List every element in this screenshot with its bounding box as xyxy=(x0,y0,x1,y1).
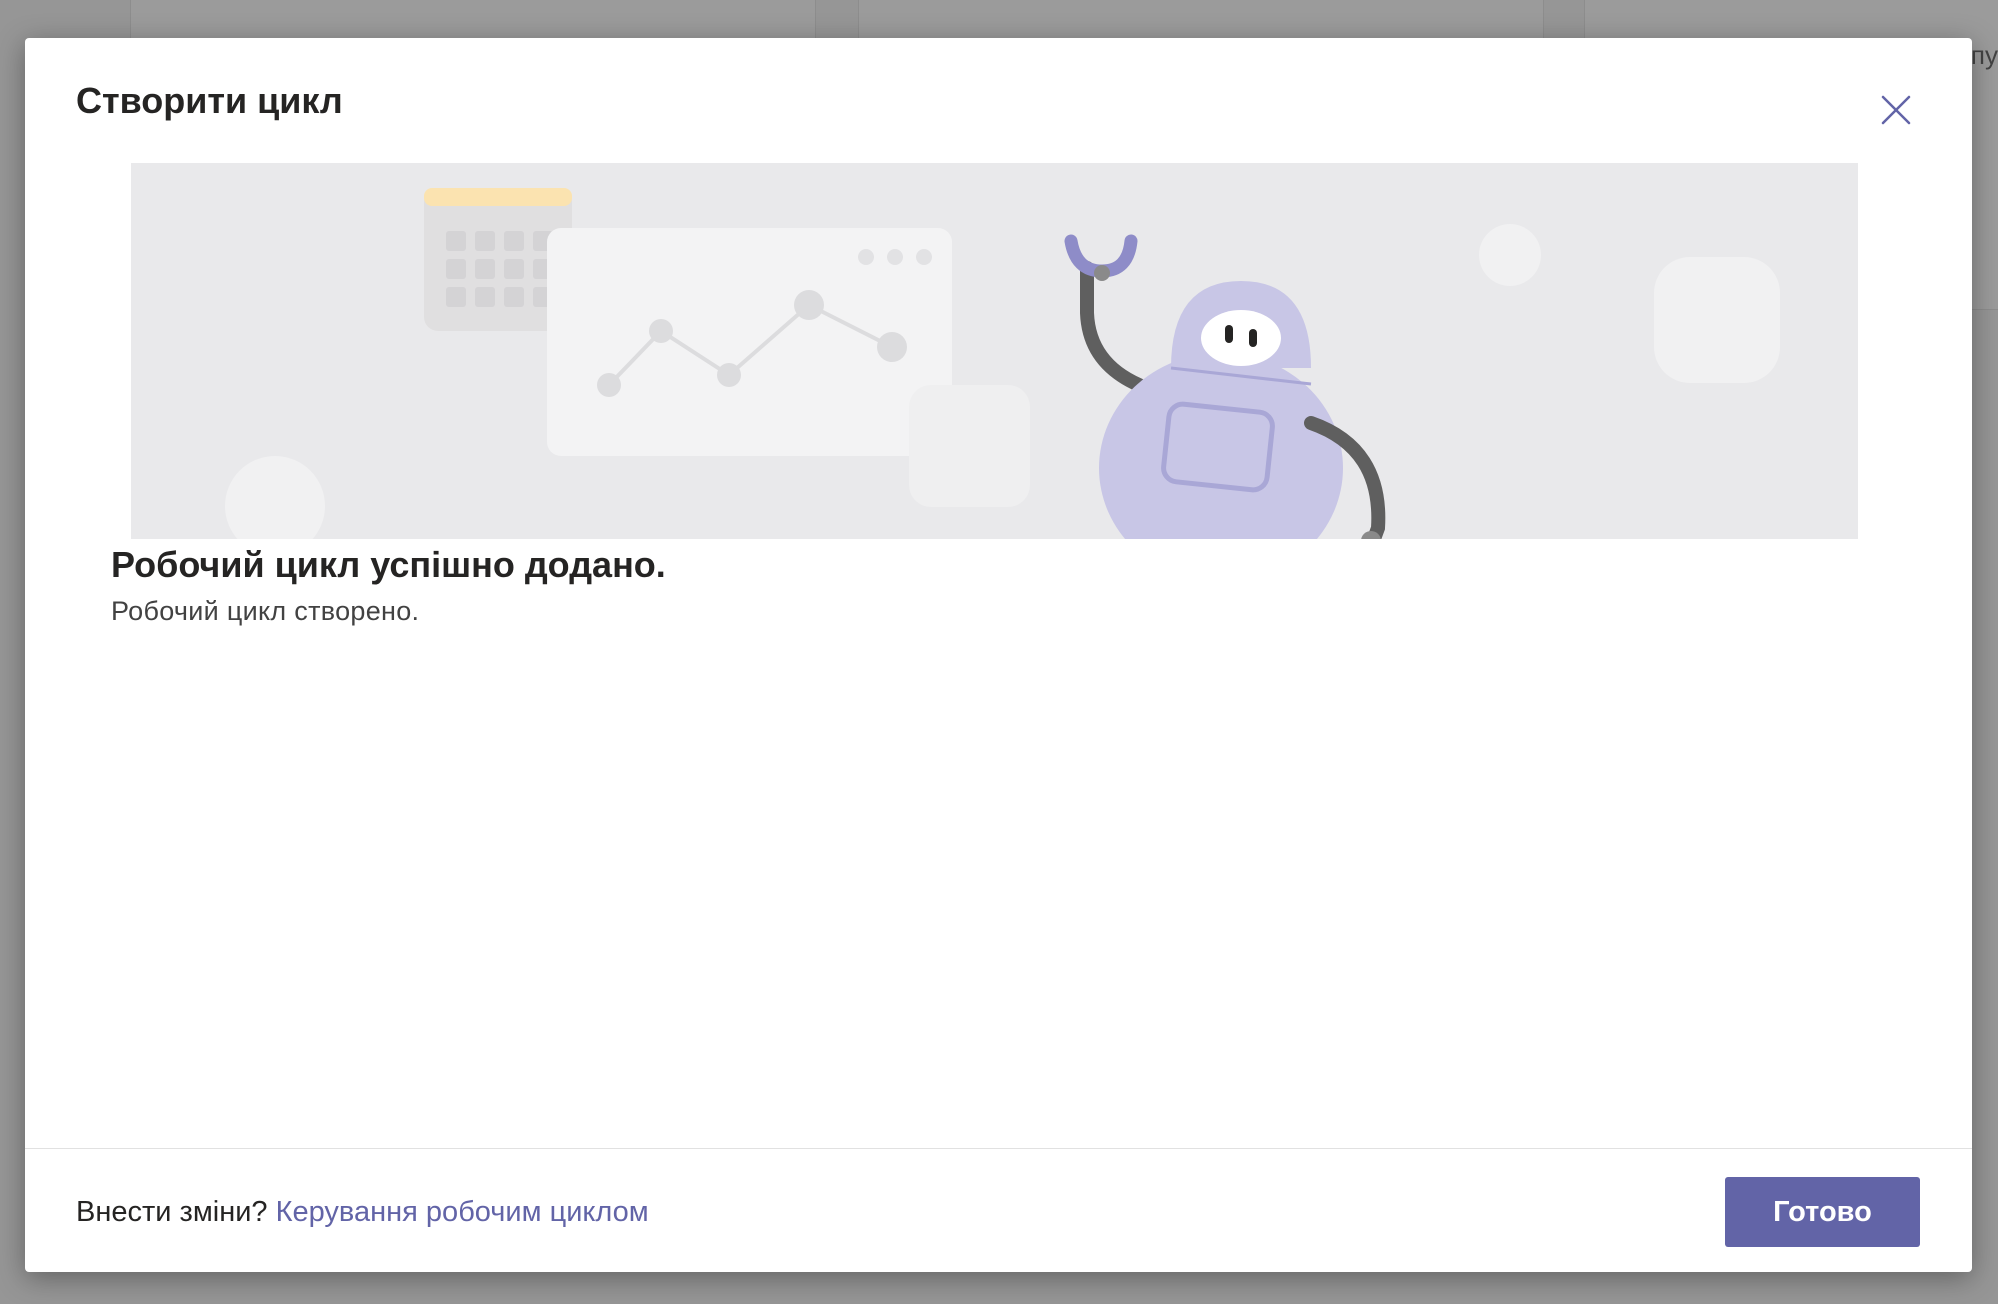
close-icon xyxy=(1881,95,1911,125)
footer-prompt-label: Внести зміни? xyxy=(76,1196,276,1228)
create-cycle-dialog: Створити цикл Робочий цикл успішно додан… xyxy=(25,38,1972,1272)
robot-illustration xyxy=(1064,234,1386,539)
footer-divider xyxy=(25,1148,1972,1149)
success-title: Робочий цикл успішно додано. xyxy=(111,544,666,585)
dialog-title: Створити цикл xyxy=(76,80,343,121)
decor-square xyxy=(909,385,1030,507)
success-subtitle: Робочий цикл створено. xyxy=(111,596,420,626)
decor-circle xyxy=(1479,224,1541,286)
done-button[interactable]: Готово xyxy=(1725,1177,1920,1247)
manage-workflow-link[interactable]: Керування робочим циклом xyxy=(276,1196,649,1228)
footer-prompt: Внести зміни? Керування робочим циклом xyxy=(76,1196,649,1229)
line-chart-card xyxy=(547,228,952,456)
hero-illustration xyxy=(131,163,1858,539)
close-button[interactable] xyxy=(1876,90,1916,130)
decor-square xyxy=(1654,257,1780,383)
decor-circle xyxy=(225,456,325,539)
